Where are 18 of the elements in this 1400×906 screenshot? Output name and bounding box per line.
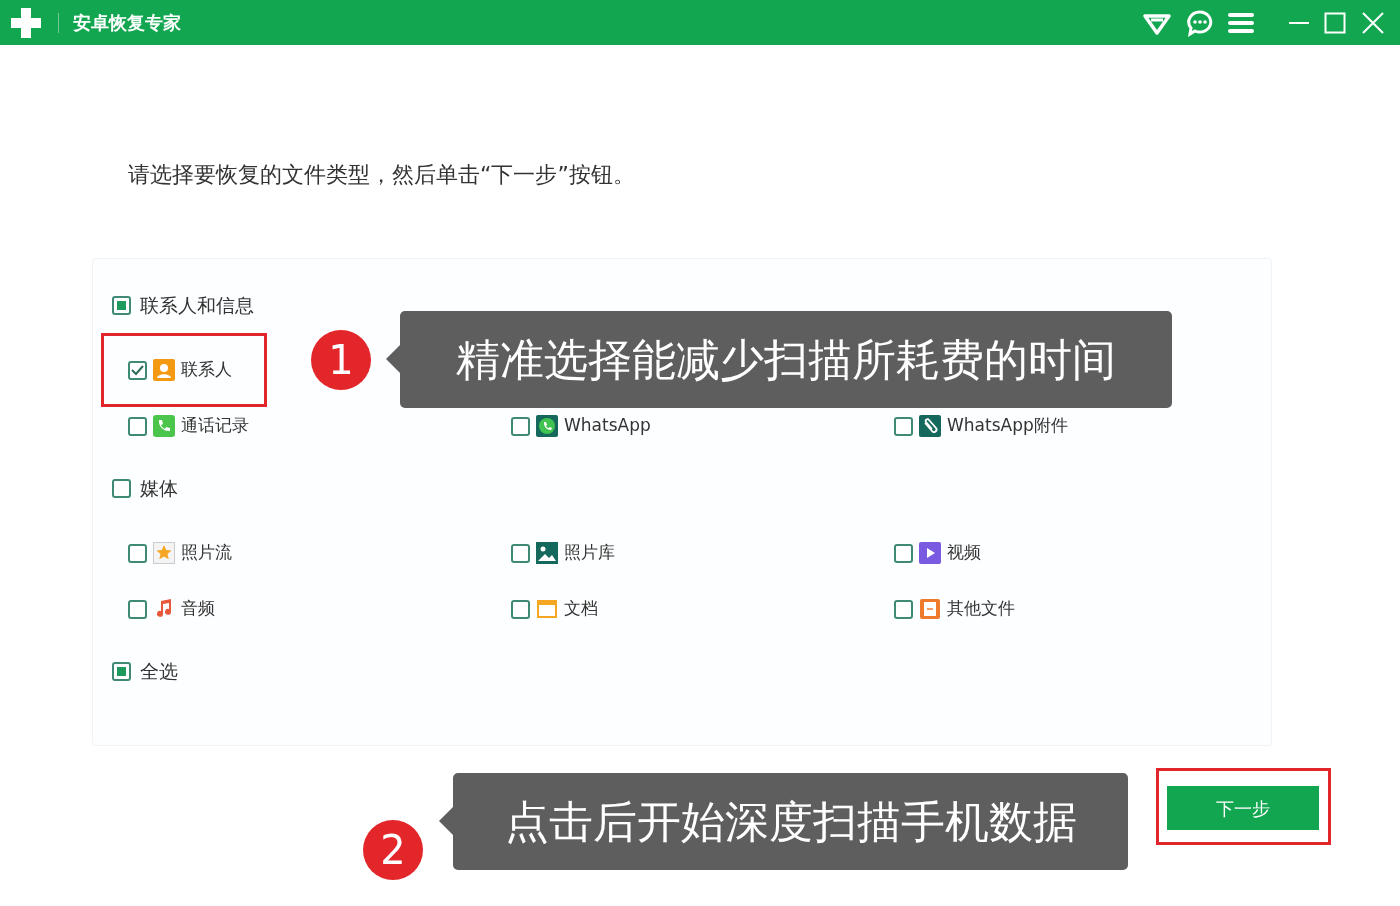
option-label: 文档	[564, 597, 598, 621]
step-number: 2	[363, 820, 423, 880]
option-label: 其他文件	[947, 597, 1015, 621]
group-label: 联系人和信息	[140, 292, 254, 318]
callout-text: 点击后开始深度扫描手机数据	[453, 773, 1128, 870]
callout-text: 精准选择能减少扫描所耗费的时间	[400, 311, 1172, 408]
option-label: 照片库	[564, 541, 615, 565]
select-all-label: 全选	[140, 658, 178, 684]
option-label: 视频	[947, 541, 981, 565]
option-label: 通话记录	[181, 414, 249, 438]
window-title: 安卓恢复专家	[73, 11, 181, 35]
option-label: WhatsApp附件	[947, 414, 1068, 438]
option-label: 联系人	[181, 358, 232, 382]
option-label: 音频	[181, 597, 215, 621]
next-button[interactable]: 下一步	[1167, 786, 1319, 830]
group-label: 媒体	[140, 475, 178, 501]
option-label: 照片流	[181, 541, 232, 565]
option-label: WhatsApp	[564, 414, 651, 438]
